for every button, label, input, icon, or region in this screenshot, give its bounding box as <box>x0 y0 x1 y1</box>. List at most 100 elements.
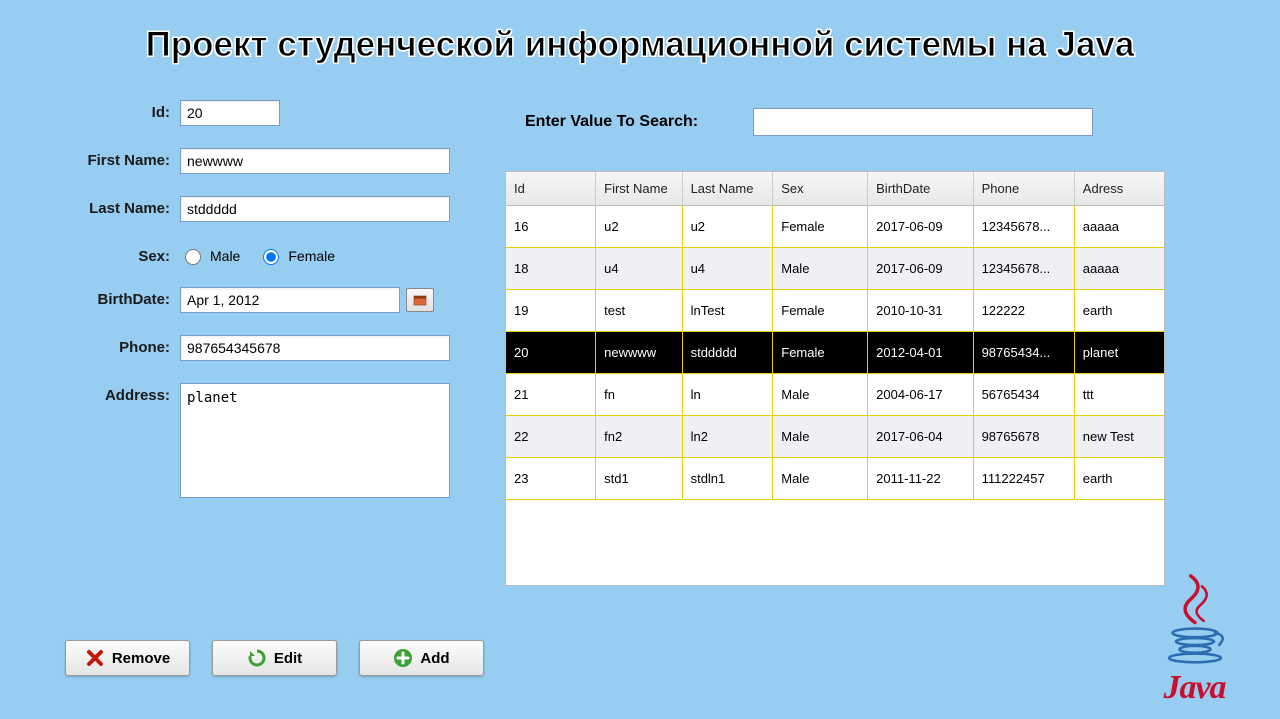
first-name-input[interactable] <box>180 148 450 174</box>
table-cell: 20 <box>506 332 596 374</box>
phone-label: Phone: <box>60 335 180 356</box>
table-header[interactable]: Adress <box>1074 172 1164 206</box>
address-input[interactable] <box>180 383 450 498</box>
table-cell: stdln1 <box>682 458 773 500</box>
phone-input[interactable] <box>180 335 450 361</box>
add-button[interactable]: Add <box>359 640 484 676</box>
id-input[interactable] <box>180 100 280 126</box>
table-header[interactable]: Last Name <box>682 172 773 206</box>
table-cell: earth <box>1074 290 1164 332</box>
table-cell: u2 <box>682 206 773 248</box>
refresh-icon <box>247 648 267 668</box>
table-cell: Male <box>773 248 868 290</box>
table-cell: Male <box>773 374 868 416</box>
table-cell: Male <box>773 416 868 458</box>
table-row[interactable]: 18u4u4Male2017-06-0912345678...aaaaa <box>506 248 1164 290</box>
table-cell: 23 <box>506 458 596 500</box>
table-cell: 2012-04-01 <box>868 332 973 374</box>
table-row[interactable]: 20newwwwstdddddFemale2012-04-0198765434.… <box>506 332 1164 374</box>
table-row[interactable]: 22fn2ln2Male2017-06-0498765678new Test <box>506 416 1164 458</box>
table-cell: 18 <box>506 248 596 290</box>
table-cell: 2017-06-09 <box>868 248 973 290</box>
table-cell: 98765678 <box>973 416 1074 458</box>
table-cell: 111222457 <box>973 458 1074 500</box>
java-cup-icon <box>1145 569 1245 664</box>
table-cell: aaaaa <box>1074 248 1164 290</box>
sex-female-label: Female <box>288 248 335 264</box>
table-header[interactable]: Phone <box>973 172 1074 206</box>
right-panel: Enter Value To Search: IdFirst NameLast … <box>505 108 1165 586</box>
x-icon <box>85 648 105 668</box>
table-cell: planet <box>1074 332 1164 374</box>
table-cell: 98765434... <box>973 332 1074 374</box>
table-header[interactable]: BirthDate <box>868 172 973 206</box>
table-row[interactable]: 21fnlnMale2004-06-1756765434ttt <box>506 374 1164 416</box>
table-cell: 2004-06-17 <box>868 374 973 416</box>
table-cell: aaaaa <box>1074 206 1164 248</box>
table-cell: u2 <box>596 206 682 248</box>
table-empty-area <box>506 500 1164 585</box>
table-cell: newwww <box>596 332 682 374</box>
table-cell: ttt <box>1074 374 1164 416</box>
radio-female-input[interactable] <box>263 249 279 265</box>
edit-button[interactable]: Edit <box>212 640 337 676</box>
button-bar: Remove Edit Add <box>65 640 484 676</box>
table-row[interactable]: 23std1stdln1Male2011-11-22111222457earth <box>506 458 1164 500</box>
plus-icon <box>393 648 413 668</box>
table-cell: ln <box>682 374 773 416</box>
sex-male-radio[interactable]: Male <box>180 246 240 265</box>
table-cell: 2017-06-09 <box>868 206 973 248</box>
page-title: Проект студенческой информационной систе… <box>0 25 1280 65</box>
table-cell: ln2 <box>682 416 773 458</box>
table-cell: Male <box>773 458 868 500</box>
last-name-label: Last Name: <box>60 196 180 217</box>
java-logo-text: Java <box>1127 669 1262 707</box>
table-cell: Female <box>773 206 868 248</box>
table-cell: stddddd <box>682 332 773 374</box>
table-cell: fn <box>596 374 682 416</box>
table-cell: 19 <box>506 290 596 332</box>
remove-button[interactable]: Remove <box>65 640 190 676</box>
table-cell: 12345678... <box>973 206 1074 248</box>
table-cell: u4 <box>682 248 773 290</box>
birthdate-label: BirthDate: <box>60 287 180 308</box>
search-label: Enter Value To Search: <box>525 113 698 131</box>
table-row[interactable]: 16u2u2Female2017-06-0912345678...aaaaa <box>506 206 1164 248</box>
last-name-input[interactable] <box>180 196 450 222</box>
students-table: IdFirst NameLast NameSexBirthDatePhoneAd… <box>505 171 1165 586</box>
calendar-icon <box>413 294 427 306</box>
table-header[interactable]: Sex <box>773 172 868 206</box>
first-name-label: First Name: <box>60 148 180 169</box>
table-row[interactable]: 19testlnTestFemale2010-10-31122222earth <box>506 290 1164 332</box>
table-cell: new Test <box>1074 416 1164 458</box>
table-cell: Female <box>773 290 868 332</box>
table-cell: earth <box>1074 458 1164 500</box>
table-cell: 12345678... <box>973 248 1074 290</box>
table-cell: 2010-10-31 <box>868 290 973 332</box>
table-cell: 2011-11-22 <box>868 458 973 500</box>
table-header[interactable]: First Name <box>596 172 682 206</box>
form-panel: Id: First Name: Last Name: Sex: Male Fem… <box>60 100 490 520</box>
search-input[interactable] <box>753 108 1093 136</box>
remove-label: Remove <box>112 650 170 667</box>
table-cell: Female <box>773 332 868 374</box>
sex-male-label: Male <box>210 248 240 264</box>
java-logo: Java <box>1127 569 1262 707</box>
table-cell: fn2 <box>596 416 682 458</box>
id-label: Id: <box>60 100 180 121</box>
table-cell: 16 <box>506 206 596 248</box>
table-cell: 2017-06-04 <box>868 416 973 458</box>
calendar-button[interactable] <box>406 288 434 312</box>
sex-label: Sex: <box>60 244 180 265</box>
table-header[interactable]: Id <box>506 172 596 206</box>
sex-female-radio[interactable]: Female <box>258 246 335 265</box>
address-label: Address: <box>60 383 180 404</box>
table-cell: std1 <box>596 458 682 500</box>
table-cell: lnTest <box>682 290 773 332</box>
birthdate-input[interactable] <box>180 287 400 313</box>
table-cell: u4 <box>596 248 682 290</box>
table-cell: 22 <box>506 416 596 458</box>
radio-male-input[interactable] <box>185 249 201 265</box>
table-cell: 122222 <box>973 290 1074 332</box>
edit-label: Edit <box>274 650 302 667</box>
